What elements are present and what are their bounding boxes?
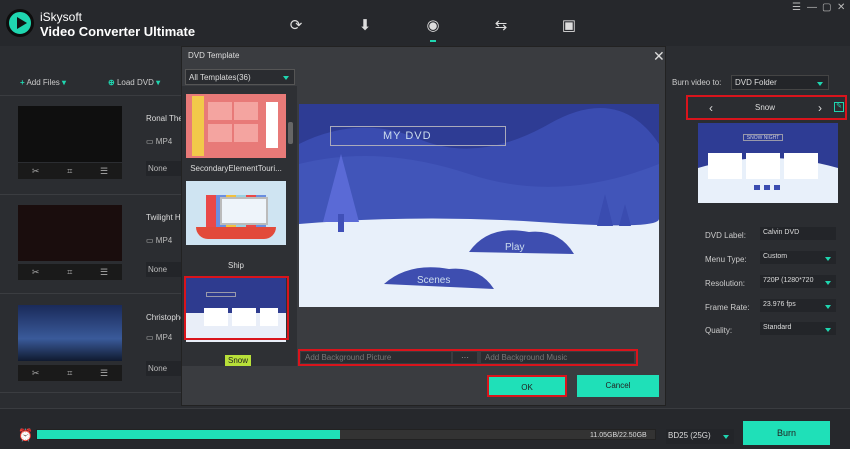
bg-picture-input[interactable]: Add Background Picture [301,352,451,363]
template-name: Snow [754,103,775,112]
trim-icon[interactable]: ✂ [32,166,40,177]
template-filter-select[interactable]: All Templates(36) [185,69,295,85]
burn-icon[interactable]: ◉ [421,16,445,42]
minimize-icon[interactable]: — [807,2,817,13]
disc-usage-text: 11.05GB/22.50GB [590,432,647,439]
convert-icon[interactable]: ⟳ [284,16,308,34]
thumb-title: SNOW NIGHT [743,134,783,141]
video-name: Twilight H [146,213,181,222]
next-template-icon[interactable]: › [818,101,822,115]
transfer-icon[interactable]: ⇆ [489,16,513,34]
template-card-secondary[interactable] [186,94,286,158]
effects-icon[interactable]: ☰ [100,267,108,278]
template-card-ship[interactable] [186,181,286,245]
add-files-label: Add Files [26,78,60,87]
template-label-selected: Snow [225,355,252,366]
cancel-button[interactable]: Cancel [577,375,659,397]
quality-select[interactable]: Standard [760,322,836,335]
menu-type-label: Menu Type: [705,255,747,264]
load-dvd-label: Load DVD [116,78,154,87]
quality-label: Quality: [705,326,733,335]
template-preview: MY DVD Play Scenes [299,104,659,307]
format-badge: ▭ MP4 [146,137,173,146]
burn-to-label: Burn video to: [672,78,722,87]
effects-icon[interactable]: ☰ [100,166,108,177]
crop-icon[interactable]: ⌗ [67,368,72,379]
menu-type-select[interactable]: Custom [760,251,836,264]
edit-bar: ✂ ⌗ ☰ [18,264,122,280]
add-files-button[interactable]: + Add Files ▾ [20,78,66,87]
trim-icon[interactable]: ✂ [32,267,40,278]
resolution-select[interactable]: 720P (1280*720 [760,275,836,288]
video-name: Christophe [146,313,183,322]
toolbox-icon[interactable]: ▣ [557,16,581,34]
list-item[interactable]: ✂ ⌗ ☰ Christophe ▭ MP4 None [0,295,186,393]
burn-button[interactable]: Burn [743,421,830,445]
subtitle-select[interactable]: None [146,361,186,376]
video-name: Ronal The [146,114,183,123]
bg-browse-button[interactable]: ··· [453,352,477,363]
product-name: Video Converter Ultimate [40,24,196,39]
download-icon[interactable]: ⬇ [353,16,377,34]
dvd-label-input[interactable]: Calvin DVD [760,227,836,240]
list-item[interactable]: ✂ ⌗ ☰ Twilight H ▭ MP4 None [0,196,186,294]
template-label: SecondaryElementTouri... [190,164,282,173]
bg-music-input[interactable]: Add Background Music [481,352,634,363]
burn-target-select[interactable]: DVD Folder [731,75,829,90]
load-dvd-button[interactable]: ⊕ Load DVD ▾ [108,78,160,87]
edit-bar: ✂ ⌗ ☰ [18,163,122,179]
subtitle-select[interactable]: None [146,161,186,176]
preview-scenes: Scenes [417,275,451,286]
preview-play: Play [505,242,525,253]
crop-icon[interactable]: ⌗ [67,166,72,177]
preview-title: MY DVD [383,130,432,142]
close-icon[interactable]: ✕ [837,2,845,13]
list-item[interactable]: ✂ ⌗ ☰ Ronal The ▭ MP4 None [0,97,186,195]
disc-type-select[interactable]: BD25 (25G) [666,429,734,444]
dvd-label-label: DVD Label: [705,231,746,240]
dialog-title: DVD Template [188,51,240,60]
maximize-icon[interactable]: ▢ [822,2,831,13]
brand-name: iSkysoft [40,10,83,24]
effects-icon[interactable]: ☰ [100,368,108,379]
background-bar: Add Background Picture ··· Add Backgroun… [298,349,638,366]
format-badge: ▭ MP4 [146,236,173,245]
prev-template-icon[interactable]: ‹ [709,101,713,115]
video-thumbnail[interactable] [18,305,122,361]
dialog-close-icon[interactable]: ✕ [653,48,665,65]
template-thumbnail: SNOW NIGHT [698,123,838,203]
template-scrollbar[interactable] [288,122,293,144]
schedule-icon[interactable]: ⏰ [18,428,33,442]
subtitle-select[interactable]: None [146,262,186,277]
resolution-label: Resolution: [705,279,746,288]
format-badge: ▭ MP4 [146,333,173,342]
ok-button[interactable]: OK [487,375,567,397]
video-thumbnail[interactable] [18,205,122,261]
app-logo-icon [6,9,34,37]
disc-usage-fill [37,430,340,439]
video-thumbnail[interactable] [18,106,122,162]
edit-bar: ✂ ⌗ ☰ [18,365,122,381]
template-label: Ship [227,261,244,270]
crop-icon[interactable]: ⌗ [67,267,72,278]
menu-icon[interactable]: ☰ [792,2,801,13]
trim-icon[interactable]: ✂ [32,368,40,379]
selected-template-highlight [184,276,289,340]
edit-template-icon[interactable]: ✎ [834,102,844,112]
frame-rate-select[interactable]: 23.976 fps [760,299,836,312]
frame-rate-label: Frame Rate: [705,303,750,312]
